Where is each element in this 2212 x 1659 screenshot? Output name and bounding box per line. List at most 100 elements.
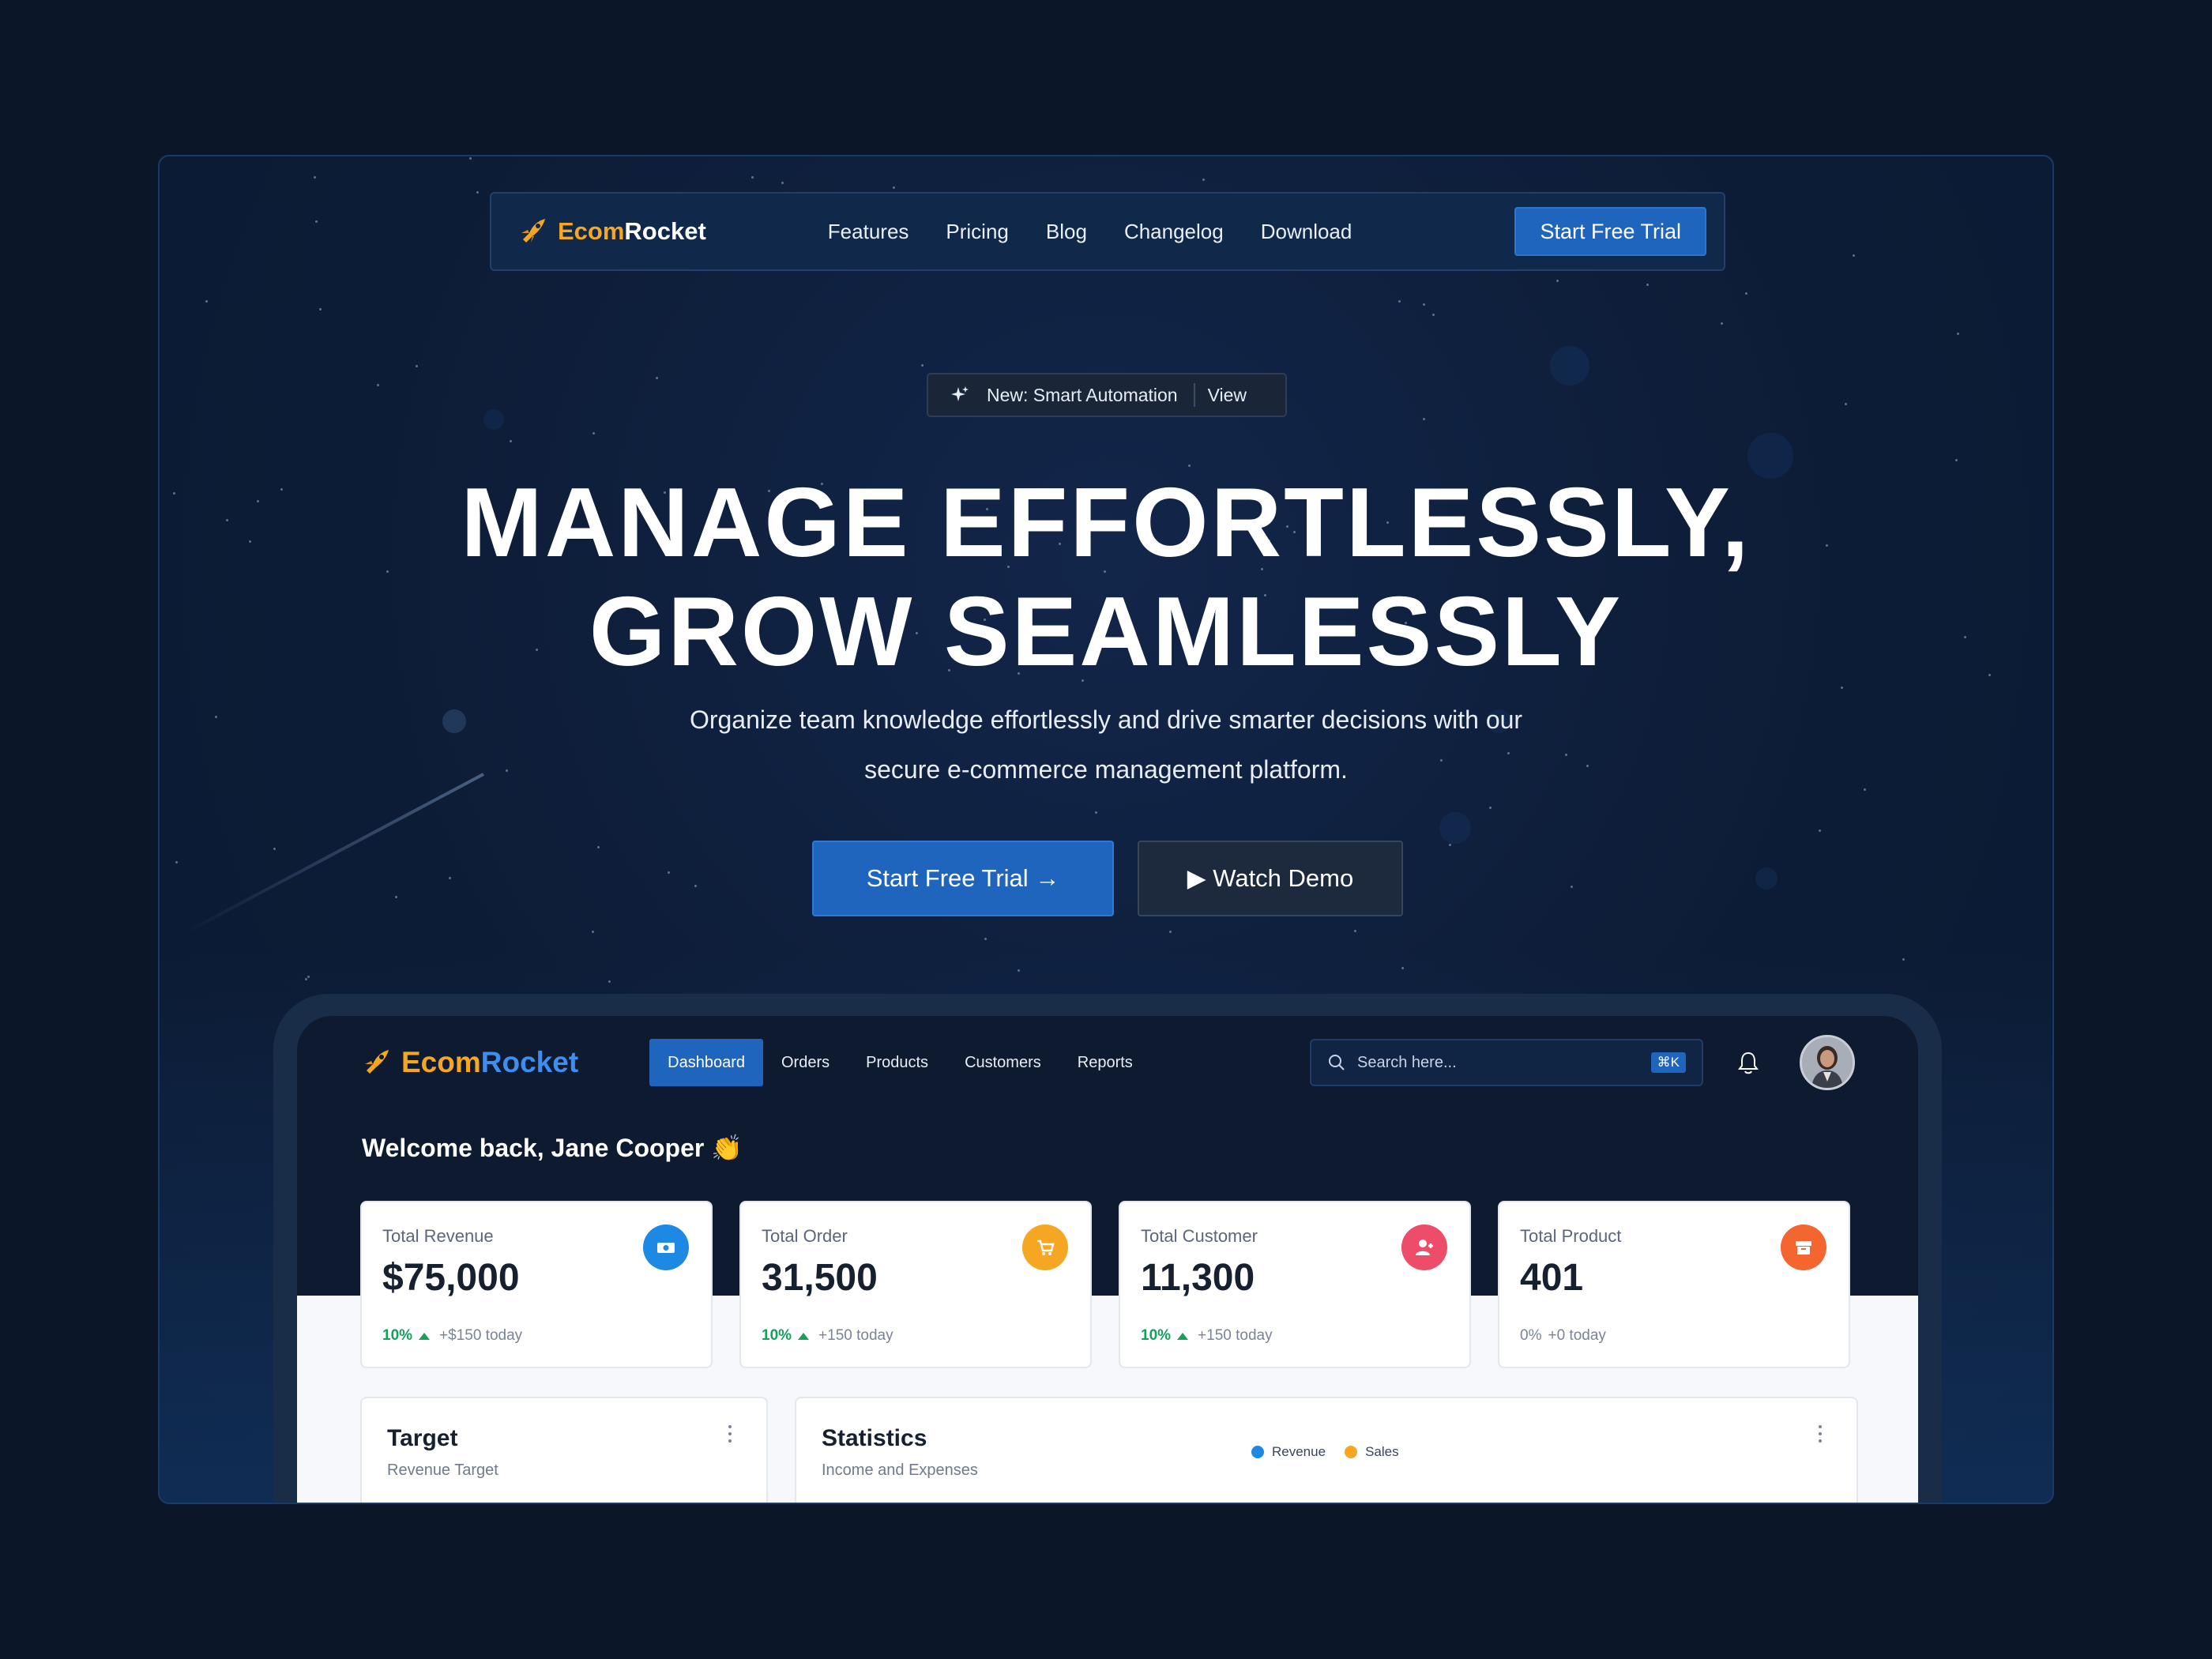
- watch-demo-button[interactable]: ▶ Watch Demo: [1138, 841, 1403, 916]
- search-input[interactable]: Search here... ⌘K: [1310, 1039, 1703, 1086]
- stat-card-revenue[interactable]: Total Revenue $75,000 10% +$150 today: [360, 1201, 713, 1368]
- sparkle-icon: [951, 386, 969, 401]
- rocket-icon: [365, 1050, 389, 1074]
- panel-subtitle: Income and Expenses: [822, 1462, 978, 1479]
- dashboard-mockup: EcomRocket Dashboard Orders Products Cus…: [273, 994, 1942, 1503]
- stat-card-delta-text: +0 today: [1548, 1327, 1606, 1344]
- star-decoration: [469, 157, 472, 160]
- star-decoration: [395, 896, 397, 898]
- stat-card-orders[interactable]: Total Order 31,500 10% +150 today: [739, 1201, 1092, 1368]
- nav-link-blog[interactable]: Blog: [1046, 220, 1087, 244]
- star-decoration: [315, 220, 318, 223]
- stat-cards: Total Revenue $75,000 10% +$150 today To…: [360, 1201, 1850, 1368]
- star-decoration: [1571, 886, 1573, 888]
- star-decoration: [1401, 967, 1404, 969]
- hero-subtitle-line2: secure e-commerce management platform.: [864, 755, 1348, 784]
- orb-decoration: [1550, 346, 1589, 386]
- legend-dot-icon: [1251, 1446, 1264, 1458]
- nav-link-download[interactable]: Download: [1261, 220, 1352, 244]
- star-decoration: [1745, 292, 1747, 295]
- stat-card-percent: 10%: [762, 1327, 792, 1344]
- star-decoration: [1354, 930, 1356, 932]
- dashboard-tab-orders[interactable]: Orders: [763, 1039, 848, 1086]
- star-decoration: [592, 432, 595, 434]
- bell-icon[interactable]: [1735, 1049, 1762, 1076]
- star-decoration: [314, 176, 316, 179]
- user-photo-icon: [1802, 1037, 1853, 1088]
- hero-title-line1: MANAGE EFFORTLESSLY,: [461, 468, 1751, 577]
- legend-item-revenue[interactable]: Revenue: [1251, 1444, 1326, 1460]
- star-decoration: [510, 440, 512, 442]
- star-decoration: [1853, 254, 1855, 257]
- announcement-view-link[interactable]: View: [1208, 385, 1247, 406]
- star-decoration: [1902, 958, 1905, 961]
- star-decoration: [305, 978, 307, 980]
- stat-card-delta: 0% +0 today: [1520, 1327, 1606, 1345]
- welcome-heading: Welcome back, Jane Cooper 👏: [362, 1134, 743, 1162]
- trend-up-icon: [798, 1332, 810, 1340]
- dashboard-nav-links: Dashboard Orders Products Customers Repo…: [649, 1039, 1151, 1086]
- more-options-icon[interactable]: [1819, 1425, 1822, 1443]
- star-decoration: [893, 186, 895, 189]
- dashboard-brand-part1: Ecom: [401, 1046, 481, 1078]
- star-decoration: [1556, 280, 1559, 282]
- dashboard-brand-part2: Rocket: [480, 1046, 579, 1078]
- cart-icon: [1022, 1224, 1068, 1270]
- hero-subtitle: Organize team knowledge effortlessly and…: [160, 695, 2052, 795]
- hero-cta-row: Start Free Trial → ▶ Watch Demo: [812, 841, 1403, 916]
- stat-card-percent: 10%: [382, 1327, 413, 1344]
- dashboard-logo[interactable]: EcomRocket: [360, 1046, 578, 1079]
- panel-subtitle: Revenue Target: [387, 1462, 498, 1479]
- avatar[interactable]: [1800, 1035, 1855, 1090]
- star-decoration: [1202, 179, 1205, 181]
- legend-item-sales[interactable]: Sales: [1345, 1444, 1399, 1460]
- search-placeholder: Search here...: [1357, 1053, 1457, 1071]
- more-options-icon[interactable]: [728, 1425, 732, 1443]
- stat-card-customers[interactable]: Total Customer 11,300 10% +150 today: [1119, 1201, 1471, 1368]
- dashboard-tab-customers[interactable]: Customers: [946, 1039, 1059, 1086]
- site-logo[interactable]: EcomRocket: [517, 216, 706, 247]
- start-free-trial-button[interactable]: Start Free Trial →: [812, 841, 1114, 916]
- star-decoration: [1398, 300, 1401, 303]
- orb-decoration: [483, 409, 504, 430]
- star-decoration: [1955, 459, 1958, 461]
- dashboard-tab-dashboard[interactable]: Dashboard: [649, 1039, 763, 1086]
- stat-card-delta: 10% +150 today: [1141, 1327, 1273, 1345]
- star-decoration: [1188, 465, 1191, 467]
- announcement-text: New: Smart Automation: [987, 384, 1178, 405]
- box-icon: [1781, 1224, 1826, 1270]
- star-decoration: [921, 364, 924, 367]
- landing-frame: EcomRocket Features Pricing Blog Changel…: [158, 155, 2054, 1504]
- nav-start-trial-button[interactable]: Start Free Trial: [1514, 207, 1706, 256]
- stat-card-products[interactable]: Total Product 401 0% +0 today: [1498, 1201, 1850, 1368]
- brand-name-part1: Ecom: [558, 217, 625, 245]
- dashboard-tab-products[interactable]: Products: [848, 1039, 946, 1086]
- announcement-pill[interactable]: New: Smart Automation View: [927, 373, 1287, 417]
- search-icon: [1329, 1055, 1345, 1070]
- star-decoration: [1489, 807, 1492, 809]
- hero-subtitle-line1: Organize team knowledge effortlessly and…: [689, 705, 1523, 734]
- legend-dot-icon: [1345, 1446, 1358, 1458]
- stat-card-percent: 0%: [1520, 1327, 1542, 1344]
- star-decoration: [597, 846, 600, 848]
- stat-card-delta: 10% +$150 today: [382, 1327, 522, 1345]
- stat-card-delta-text: +$150 today: [439, 1327, 523, 1344]
- dashboard-tab-reports[interactable]: Reports: [1059, 1039, 1151, 1086]
- star-decoration: [656, 377, 658, 379]
- legend-label: Revenue: [1272, 1444, 1326, 1459]
- star-decoration: [1169, 931, 1172, 933]
- nav-link-changelog[interactable]: Changelog: [1124, 220, 1224, 244]
- star-decoration: [205, 300, 208, 303]
- star-decoration: [449, 877, 451, 879]
- star-decoration: [1721, 322, 1723, 325]
- stat-card-delta-text: +150 today: [1198, 1327, 1273, 1344]
- star-decoration: [694, 885, 697, 887]
- dashboard-screen: EcomRocket Dashboard Orders Products Cus…: [297, 1016, 1918, 1503]
- orb-decoration: [1439, 812, 1471, 844]
- comet-decoration: [182, 773, 484, 935]
- hero-title-line2: GROW SEAMLESSLY: [589, 577, 1623, 687]
- target-panel: Target Revenue Target: [360, 1397, 768, 1503]
- nav-link-pricing[interactable]: Pricing: [946, 220, 1008, 244]
- nav-link-features[interactable]: Features: [828, 220, 909, 244]
- star-decoration: [1432, 314, 1435, 316]
